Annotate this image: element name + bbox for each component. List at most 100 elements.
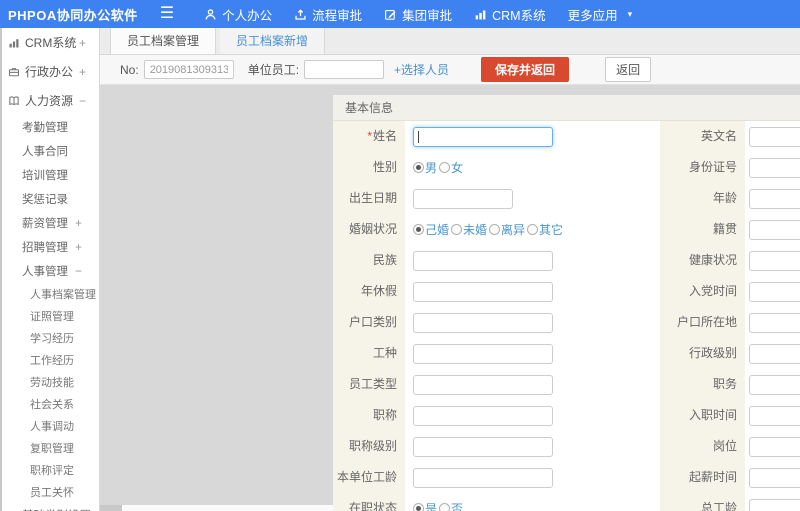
- sidebar-item-招聘管理[interactable]: 招聘管理 +: [2, 235, 99, 259]
- sidebar-item-社会关系[interactable]: 社会关系: [2, 393, 99, 415]
- radio-option[interactable]: 己婚: [413, 221, 449, 238]
- sidebar-item-工作经历[interactable]: 工作经历: [2, 349, 99, 371]
- unit-employee-input[interactable]: [304, 60, 385, 79]
- sidebar-item-人事档案管理[interactable]: 人事档案管理: [2, 283, 99, 305]
- text-input[interactable]: [749, 157, 800, 178]
- text-input[interactable]: [749, 374, 800, 395]
- text-input[interactable]: [413, 250, 553, 271]
- nav-more-apps[interactable]: 更多应用 ▾: [568, 5, 633, 24]
- radio-icon[interactable]: [413, 503, 424, 511]
- radio-icon[interactable]: [489, 224, 501, 235]
- horizontal-scrollbar-thumb[interactable]: [100, 505, 122, 511]
- nav-process-approval[interactable]: 流程审批: [294, 5, 362, 24]
- expand-icon[interactable]: +: [75, 216, 82, 230]
- sidebar-item-人事管理[interactable]: 人事管理 −: [2, 259, 99, 283]
- text-input[interactable]: [749, 219, 800, 240]
- radio-option-label: 女: [451, 161, 464, 175]
- sidebar-item-复职管理[interactable]: 复职管理: [2, 437, 99, 459]
- field-cell: [405, 338, 660, 369]
- sidebar-item-label: 学习经历: [30, 333, 74, 345]
- text-input[interactable]: [413, 405, 553, 426]
- text-input[interactable]: [413, 374, 553, 395]
- collapse-icon[interactable]: −: [79, 94, 86, 108]
- sidebar-item-基础类别设置[interactable]: 基础类别设置+: [2, 503, 99, 511]
- nav-personal-office[interactable]: 个人办公: [204, 5, 272, 24]
- radio-icon[interactable]: [451, 224, 463, 235]
- input-wrap: [413, 250, 553, 271]
- radio-option[interactable]: 是: [413, 500, 437, 511]
- field-cell: [405, 276, 660, 307]
- radio-option[interactable]: 其它: [527, 221, 563, 238]
- sidebar-item-薪资管理[interactable]: 薪资管理 +: [2, 211, 99, 235]
- text-input[interactable]: [413, 312, 553, 333]
- expand-icon[interactable]: +: [79, 65, 86, 79]
- sidebar-item-员工关怀[interactable]: 员工关怀: [2, 481, 99, 503]
- save-and-return-button[interactable]: 保存并返回: [481, 57, 570, 82]
- radio-option[interactable]: 否: [439, 500, 463, 511]
- tab-employee-archive-manage[interactable]: 员工档案管理: [110, 28, 217, 54]
- radio-icon[interactable]: [413, 224, 424, 235]
- radio-option-label: 男: [425, 161, 438, 175]
- field-cell: [745, 214, 800, 245]
- text-input[interactable]: [413, 126, 553, 147]
- radio-option[interactable]: 未婚: [451, 221, 487, 238]
- text-input[interactable]: [749, 343, 800, 364]
- text-input[interactable]: [749, 281, 800, 302]
- field-label: 身份证号: [660, 152, 745, 183]
- sidebar-item-人事调动[interactable]: 人事调动: [2, 415, 99, 437]
- select-person-link[interactable]: +选择人员: [394, 61, 449, 78]
- text-input[interactable]: [749, 467, 800, 488]
- text-input[interactable]: [413, 436, 553, 457]
- text-input[interactable]: [413, 343, 553, 364]
- text-input[interactable]: [749, 126, 800, 147]
- text-input[interactable]: [749, 436, 800, 457]
- field-cell: [405, 121, 660, 152]
- sidebar-item-行政办公[interactable]: 行政办公 +: [2, 57, 99, 86]
- sidebar-item-奖惩记录[interactable]: 奖惩记录: [2, 187, 99, 211]
- nav-group-approval[interactable]: 集团审批: [384, 5, 452, 24]
- hamburger-menu-icon[interactable]: ☰: [160, 0, 174, 28]
- radio-option[interactable]: 男: [413, 159, 437, 176]
- text-input[interactable]: [413, 281, 553, 302]
- sidebar-item-label: 职称评定: [30, 465, 74, 477]
- field-label: 年龄: [660, 183, 745, 214]
- expand-icon[interactable]: +: [75, 240, 82, 254]
- no-input[interactable]: [143, 60, 234, 79]
- radio-icon[interactable]: [439, 162, 451, 173]
- input-wrap: [749, 157, 800, 178]
- text-input[interactable]: [749, 498, 800, 511]
- sidebar-item-职称评定[interactable]: 职称评定: [2, 459, 99, 481]
- collapse-icon[interactable]: −: [75, 264, 82, 278]
- radio-option-label: 己婚: [425, 223, 450, 237]
- text-input[interactable]: [749, 405, 800, 426]
- text-input[interactable]: [749, 188, 800, 209]
- sidebar-item-学习经历[interactable]: 学习经历: [2, 327, 99, 349]
- field-label: 员工类型: [333, 369, 405, 400]
- text-input[interactable]: [749, 250, 800, 271]
- field-label: 在职状态: [333, 493, 405, 511]
- return-button[interactable]: 返回: [605, 57, 652, 82]
- sidebar-item-证照管理[interactable]: 证照管理: [2, 305, 99, 327]
- sidebar-item-人力资源[interactable]: 人力资源 −: [2, 86, 99, 115]
- horizontal-scrollbar[interactable]: [100, 505, 333, 511]
- text-input[interactable]: [413, 188, 513, 209]
- radio-option-label: 否: [451, 502, 464, 511]
- nav-crm-system[interactable]: CRM系统: [474, 5, 546, 24]
- sidebar-item-考勤管理[interactable]: 考勤管理: [2, 115, 99, 139]
- input-wrap: [749, 343, 800, 364]
- sidebar-item-劳动技能[interactable]: 劳动技能: [2, 371, 99, 393]
- text-input[interactable]: [413, 467, 553, 488]
- radio-option[interactable]: 女: [439, 159, 463, 176]
- tab-employee-archive-new[interactable]: 员工档案新增: [220, 28, 326, 54]
- radio-option[interactable]: 离异: [489, 221, 525, 238]
- field-cell: [745, 431, 800, 462]
- sidebar-item-人事合同[interactable]: 人事合同: [2, 139, 99, 163]
- radio-icon[interactable]: [413, 162, 424, 173]
- sidebar-item-培训管理[interactable]: 培训管理: [2, 163, 99, 187]
- sidebar-item-CRM系统[interactable]: CRM系统 +: [2, 28, 99, 57]
- radio-icon[interactable]: [527, 224, 539, 235]
- text-input[interactable]: [749, 312, 800, 333]
- field-cell: [745, 152, 800, 183]
- expand-icon[interactable]: +: [79, 36, 86, 50]
- radio-icon[interactable]: [439, 503, 451, 511]
